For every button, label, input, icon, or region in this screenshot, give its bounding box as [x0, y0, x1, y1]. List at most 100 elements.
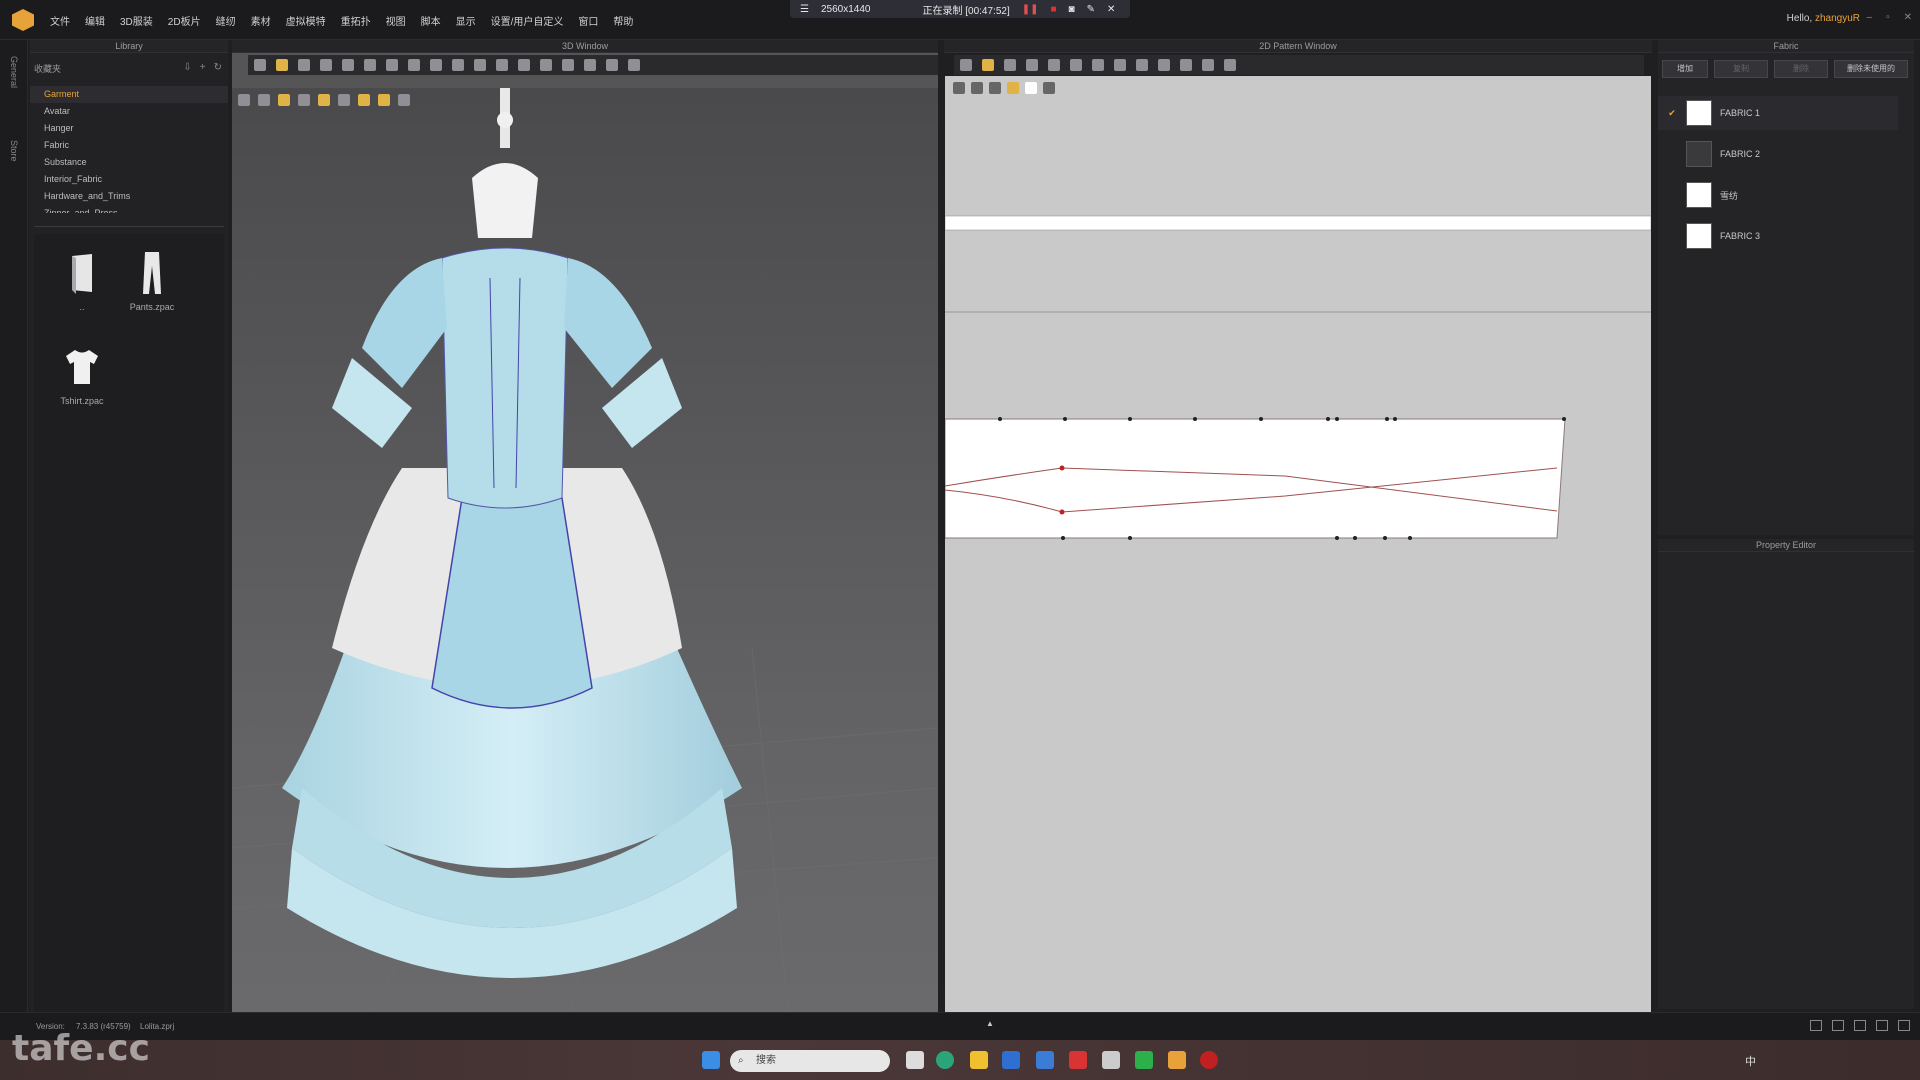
layout-split-icon[interactable] — [1832, 1020, 1844, 1031]
skeleton-display-icon[interactable] — [298, 94, 310, 106]
tree-item-substance[interactable]: Substance — [30, 154, 228, 171]
copy-fabric-button[interactable]: 复制 — [1714, 60, 1768, 78]
add-icon[interactable]: + — [200, 62, 206, 73]
move-tool-icon[interactable] — [276, 59, 288, 71]
3d-window[interactable]: 3D Window — [231, 40, 939, 1051]
refresh-icon[interactable]: ↻ — [214, 62, 222, 73]
menu-materials[interactable]: 素材 — [251, 13, 271, 28]
steam-tool-icon[interactable] — [386, 59, 398, 71]
ruffle-pattern-piece[interactable] — [945, 418, 1566, 539]
expand-up-icon[interactable]: ▲ — [986, 1019, 994, 1028]
pause-icon[interactable]: ❚❚ — [1022, 4, 1039, 15]
menu-script[interactable]: 脚本 — [421, 13, 441, 28]
topstitch-tool-icon[interactable] — [474, 59, 486, 71]
menu-display[interactable]: 显示 — [456, 13, 476, 28]
dart-tool-icon[interactable] — [1070, 59, 1082, 71]
pen-icon[interactable]: ✎ — [1087, 4, 1095, 15]
brush-tool-icon[interactable] — [606, 59, 618, 71]
gathering-icon[interactable] — [1180, 59, 1192, 71]
add-fabric-button[interactable]: 增加 — [1662, 60, 1708, 78]
shrink-tool-icon[interactable] — [408, 59, 420, 71]
layout-full-icon[interactable] — [1898, 1020, 1910, 1031]
fabric-item[interactable]: 雪纺 — [1658, 178, 1898, 212]
2d-pattern-canvas[interactable] — [945, 76, 1651, 1012]
window-close-icon[interactable]: ✕ — [1904, 12, 1912, 23]
menu-edit[interactable]: 编辑 — [85, 13, 105, 28]
2d-pattern-window[interactable]: 2D Pattern Window — [944, 40, 1652, 1012]
camera-icon[interactable]: ◙ — [1069, 4, 1075, 15]
seam-tool-icon[interactable] — [452, 59, 464, 71]
light-display-icon[interactable] — [358, 94, 370, 106]
minimize-icon[interactable]: – — [1867, 12, 1873, 23]
recorder-icon[interactable] — [1200, 1051, 1218, 1069]
delete-fabric-button[interactable]: 删除 — [1774, 60, 1828, 78]
menu-3d-garment[interactable]: 3D服装 — [120, 13, 153, 28]
trim-tool-icon[interactable] — [584, 59, 596, 71]
tree-item-hardware[interactable]: Hardware_and_Trims — [30, 188, 228, 205]
measure-tool-icon[interactable] — [364, 59, 376, 71]
download-icon[interactable]: ⇩ — [183, 62, 191, 73]
tack-tool-icon[interactable] — [298, 59, 310, 71]
internal-line-icon[interactable] — [1048, 59, 1060, 71]
layout-grid-icon[interactable] — [1876, 1020, 1888, 1031]
hanger-tool-icon[interactable] — [628, 59, 640, 71]
menu-window[interactable]: 窗口 — [578, 13, 598, 28]
avatar-display-icon[interactable] — [238, 94, 250, 106]
polygon-tool-icon[interactable] — [1026, 59, 1038, 71]
file-tshirt[interactable]: Tshirt.zpac — [52, 344, 112, 406]
menu-settings[interactable]: 设置/用户自定义 — [491, 13, 564, 28]
fold-tool-icon[interactable] — [320, 59, 332, 71]
tree-item-zipper[interactable]: Zipper_and_Press — [30, 205, 228, 213]
wechat-icon[interactable] — [1135, 1051, 1153, 1069]
fabric-item[interactable]: FABRIC 2 — [1658, 137, 1898, 171]
layout-triple-icon[interactable] — [1854, 1020, 1866, 1031]
stress-map-icon[interactable] — [338, 94, 350, 106]
file-folder[interactable]: .. — [52, 250, 112, 312]
clo-app-icon[interactable] — [1168, 1051, 1186, 1069]
tree-item-garment[interactable]: Garment — [30, 86, 228, 103]
texture-display-icon[interactable] — [278, 94, 290, 106]
wps-icon[interactable] — [1069, 1051, 1087, 1069]
3d-viewport[interactable] — [231, 88, 939, 1051]
fabric-item[interactable]: FABRIC 3 — [1658, 219, 1898, 253]
fit-tool-icon[interactable] — [430, 59, 442, 71]
tree-item-avatar[interactable]: Avatar — [30, 103, 228, 120]
maximize-icon[interactable]: ▫ — [1886, 12, 1890, 23]
edit-pattern-icon[interactable] — [982, 59, 994, 71]
zipper-tool-icon[interactable] — [518, 59, 530, 71]
pleats-icon[interactable] — [1158, 59, 1170, 71]
select-tool-icon[interactable] — [254, 59, 266, 71]
pleat-tool-icon[interactable] — [562, 59, 574, 71]
menu-retopology[interactable]: 重拓扑 — [341, 13, 371, 28]
delete-unused-button[interactable]: 删除未使用的 — [1834, 60, 1908, 78]
layout-single-icon[interactable] — [1810, 1020, 1822, 1031]
sun-display-icon[interactable] — [378, 94, 390, 106]
menu-file[interactable]: 文件 — [50, 13, 70, 28]
garment-display-icon[interactable] — [258, 94, 270, 106]
edit-sewing-icon[interactable] — [1136, 59, 1148, 71]
menu-2d-pattern[interactable]: 2D板片 — [168, 13, 201, 28]
tree-item-fabric[interactable]: Fabric — [30, 137, 228, 154]
menu-avatar[interactable]: 虚拟模特 — [286, 13, 326, 28]
explorer-icon[interactable] — [970, 1051, 988, 1069]
free-sewing-icon[interactable] — [1114, 59, 1126, 71]
store-icon[interactable] — [1002, 1051, 1020, 1069]
stop-icon[interactable]: ■ — [1051, 4, 1057, 15]
segment-sewing-icon[interactable] — [1092, 59, 1104, 71]
app-icon[interactable] — [1102, 1051, 1120, 1069]
taskbar-search[interactable]: ⌕ 搜索 — [730, 1050, 890, 1072]
task-view-icon[interactable] — [906, 1051, 924, 1069]
rectangle-tool-icon[interactable] — [1004, 59, 1016, 71]
app-logo-icon[interactable] — [12, 9, 34, 31]
button-tool-icon[interactable] — [496, 59, 508, 71]
transform-pattern-icon[interactable] — [960, 59, 972, 71]
input-method-icon[interactable]: 中 — [1745, 1053, 1756, 1069]
tape-tool-icon[interactable] — [540, 59, 552, 71]
menu-icon[interactable]: ☰ — [800, 4, 809, 15]
menu-help[interactable]: 帮助 — [613, 13, 633, 28]
fabric-item[interactable]: ✔ FABRIC 1 — [1658, 96, 1898, 130]
tree-item-hanger[interactable]: Hanger — [30, 120, 228, 137]
kmail-icon[interactable] — [1036, 1051, 1054, 1069]
edge-icon[interactable] — [936, 1051, 954, 1069]
tab-general[interactable]: General — [9, 50, 19, 94]
